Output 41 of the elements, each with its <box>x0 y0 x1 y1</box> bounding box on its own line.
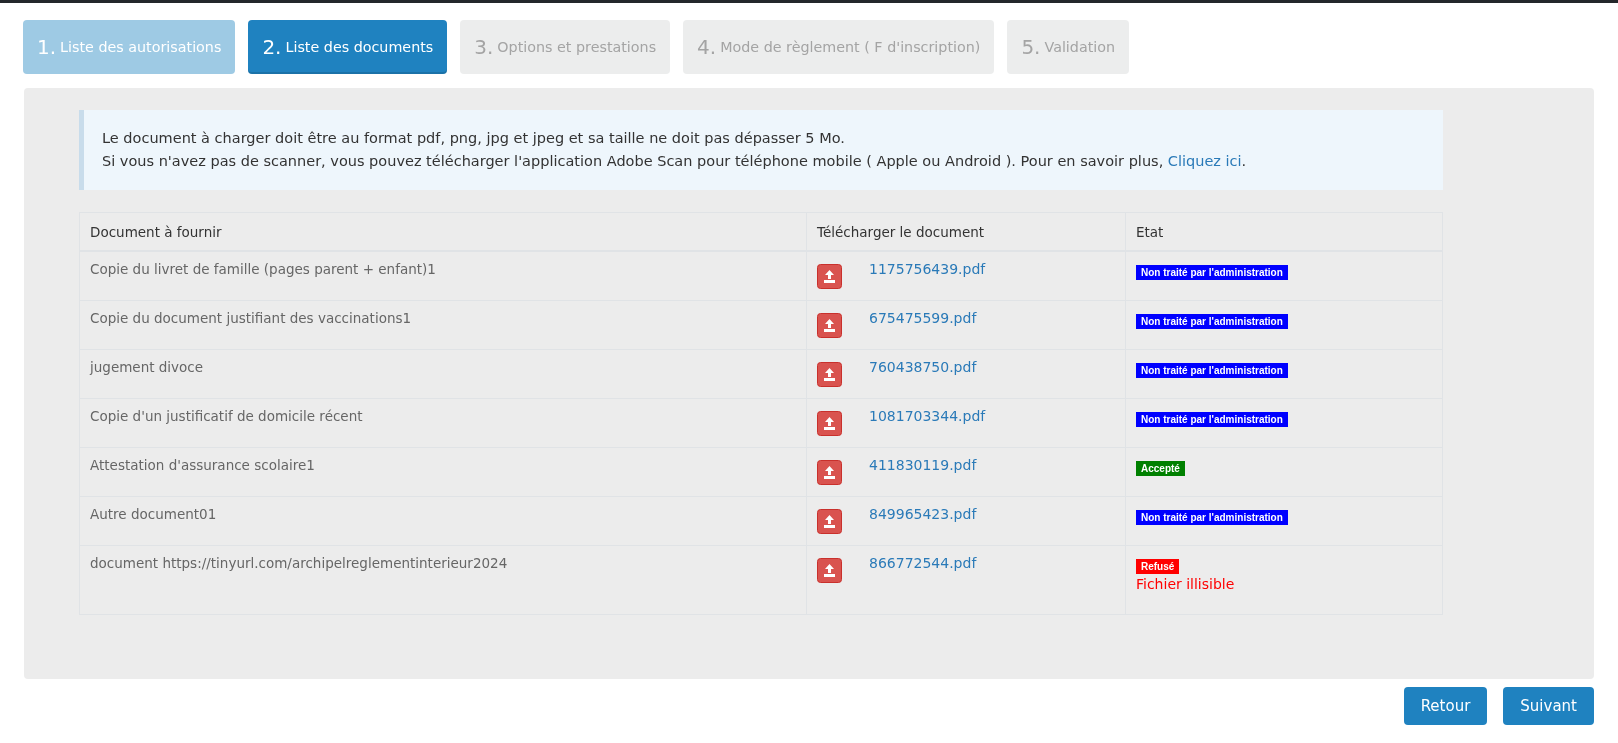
column-header: Document à fournir <box>79 212 807 251</box>
upload-icon[interactable] <box>817 508 842 534</box>
table-cell: Attestation d'assurance scolaire1 <box>79 447 807 496</box>
file-link[interactable]: 411830119.pdf <box>869 456 977 473</box>
step-tab[interactable]: 3. Options et prestations <box>460 20 671 74</box>
upload-icon[interactable] <box>817 410 842 436</box>
table-cell: Copie d'un justificatif de domicile récent <box>79 398 807 447</box>
status-badge: Non traité par l'administration <box>1136 265 1288 280</box>
table-cell: document https://tinyurl.com/archipelreglementinterieur2024 <box>79 545 807 614</box>
info-text: Si vous n'avez pas de scanner, vous pouvez télécharger l'application Adobe Scan pour téléphone mobile ( Apple ou Android ). Pour en savoir plus, Cliquez ici. <box>102 152 1248 171</box>
table-cell: Copie du document justifiant des vaccinations1 <box>79 300 807 349</box>
table-cell: Copie du livret de famille (pages parent + enfant)1 <box>79 251 807 300</box>
table-cell: jugement divoce <box>79 349 807 398</box>
status-badge: Non traité par l'administration <box>1136 509 1288 525</box>
upload-icon[interactable] <box>817 264 842 289</box>
step-tab[interactable]: 5. Validation <box>1007 20 1130 74</box>
upload-icon[interactable] <box>817 459 842 485</box>
table-cell: Autre document01 <box>79 496 807 545</box>
file-link[interactable]: 1081703344.pdf <box>869 407 986 424</box>
nav-button[interactable]: Retour <box>1403 687 1488 725</box>
step-tab[interactable]: 2. Liste des documents <box>248 20 448 74</box>
file-link[interactable]: 675475599.pdf <box>869 309 977 326</box>
file-link[interactable]: 1175756439.pdf <box>869 261 986 277</box>
status-note: Fichier illisible <box>1136 575 1236 592</box>
status-badge: Non traité par l'administration <box>1136 411 1288 427</box>
file-link[interactable]: 866772544.pdf <box>869 554 977 571</box>
status-badge: Non traité par l'administration <box>1136 313 1288 329</box>
learn-more-link[interactable]: Cliquez ici <box>1167 153 1242 169</box>
column-header: Etat <box>1125 212 1443 251</box>
info-text: Le document à charger doit être au format pdf, png, jpg et jpeg et sa taille ne doit pas dépasser 5 Mo. <box>102 129 846 148</box>
nav-button[interactable]: Suivant <box>1503 687 1594 725</box>
upload-icon[interactable] <box>817 361 842 387</box>
step-tab[interactable]: 4. Mode de règlement ( F d'inscription) <box>683 20 995 74</box>
upload-icon[interactable] <box>817 557 842 583</box>
status-badge: Accepté <box>1136 460 1185 476</box>
column-header: Télécharger le document <box>806 212 1126 251</box>
status-badge: Non traité par l'administration <box>1136 362 1288 378</box>
file-link[interactable]: 760438750.pdf <box>869 358 977 375</box>
status-badge: Refusé <box>1136 558 1180 574</box>
file-link[interactable]: 849965423.pdf <box>869 505 977 522</box>
upload-icon[interactable] <box>817 312 842 338</box>
